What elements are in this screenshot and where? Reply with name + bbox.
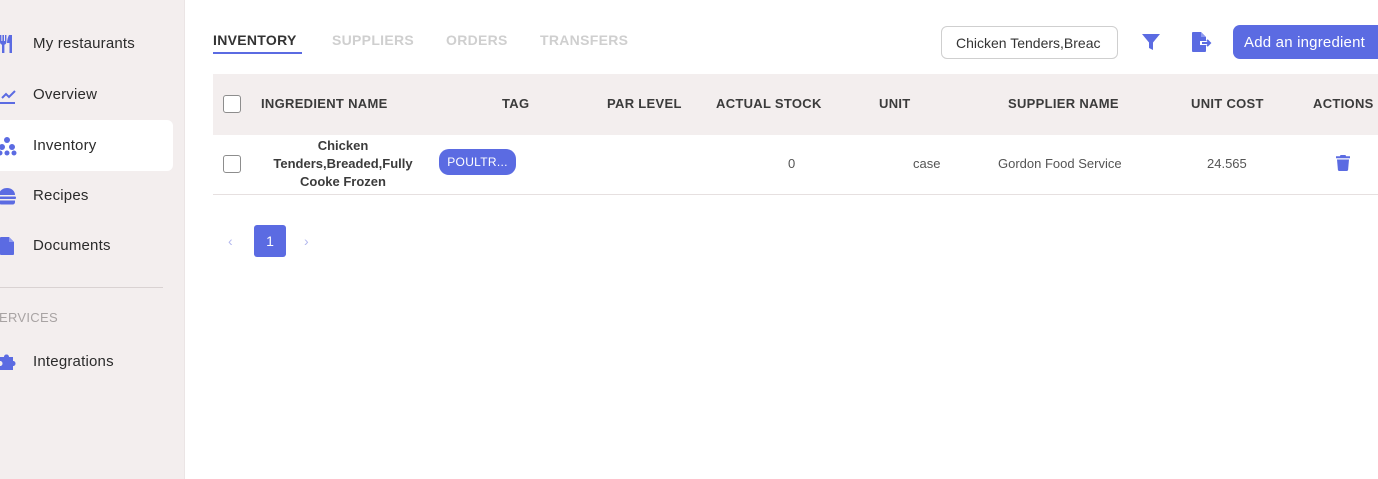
ingredient-name-cell[interactable]: Chicken Tenders,Breaded,Fully Cooke Froz… (262, 137, 424, 191)
tab-suppliers[interactable]: SUPPLIERS (332, 32, 414, 48)
column-header-actions: ACTIONS (1313, 96, 1374, 111)
document-icon (0, 235, 18, 257)
row-checkbox[interactable] (223, 155, 241, 173)
sidebar-item-recipes[interactable]: Recipes (0, 170, 173, 221)
unit-cost-cell: 24.565 (1207, 156, 1247, 171)
select-all-checkbox[interactable] (223, 95, 241, 113)
sidebar-item-overview[interactable]: Overview (0, 69, 173, 120)
ingredient-name-line: Chicken (317, 138, 369, 153)
column-header-par-level[interactable]: PAR LEVEL (607, 96, 682, 111)
tab-inventory[interactable]: INVENTORY (213, 32, 297, 48)
add-ingredient-button[interactable]: Add an ingredient (1233, 25, 1378, 59)
burger-icon (0, 185, 18, 207)
boxes-stack-icon (0, 135, 18, 157)
puzzle-icon (0, 351, 18, 373)
prev-page-button[interactable]: ‹ (228, 233, 233, 249)
sidebar-item-documents[interactable]: Documents (0, 220, 173, 271)
column-header-ingredient-name[interactable]: INGREDIENT NAME (261, 96, 388, 111)
page-button-current[interactable]: 1 (254, 225, 286, 257)
sidebar-item-label: Inventory (33, 137, 97, 154)
column-header-supplier-name[interactable]: SUPPLIER NAME (1008, 96, 1119, 111)
sidebar-item-label: Recipes (33, 187, 89, 204)
trash-icon[interactable] (1331, 151, 1355, 175)
fork-knife-icon (0, 33, 18, 55)
sidebar-item-label: Overview (33, 86, 98, 103)
sidebar-item-my-restaurants[interactable]: My restaurants (0, 18, 173, 69)
ingredient-name-line: Tenders,Breaded,Fully (273, 156, 413, 171)
sidebar-item-label: My restaurants (33, 35, 135, 52)
sidebar-divider (0, 287, 163, 288)
actual-stock-cell: 0 (788, 156, 796, 171)
tab-orders[interactable]: ORDERS (446, 32, 508, 48)
sidebar-item-label: Integrations (33, 353, 114, 370)
tab-transfers[interactable]: TRANSFERS (540, 32, 628, 48)
filter-icon[interactable] (1139, 30, 1163, 54)
export-file-icon[interactable] (1189, 30, 1213, 54)
active-tab-indicator (213, 52, 302, 54)
column-header-tag[interactable]: TAG (502, 96, 529, 111)
column-header-unit-cost[interactable]: UNIT COST (1191, 96, 1264, 111)
supplier-name-cell: Gordon Food Service (998, 156, 1122, 171)
line-chart-icon (0, 84, 18, 106)
column-header-actual-stock[interactable]: ACTUAL STOCK (716, 96, 822, 111)
next-page-button[interactable]: › (304, 233, 309, 249)
search-input[interactable] (941, 26, 1118, 59)
sidebar-item-label: Documents (33, 237, 111, 254)
sidebar-item-integrations[interactable]: Integrations (0, 336, 173, 387)
sidebar-item-inventory[interactable]: Inventory (0, 120, 173, 171)
row-divider (213, 194, 1378, 195)
column-header-unit[interactable]: UNIT (879, 96, 911, 111)
unit-cell: case (913, 156, 941, 171)
services-section-label: ERVICES (0, 310, 58, 325)
ingredient-name-line: Cooke Frozen (300, 174, 386, 189)
tag-chip[interactable]: POULTR... (439, 149, 516, 175)
sidebar: My restaurants Overview Inventory Recipe… (0, 0, 185, 479)
